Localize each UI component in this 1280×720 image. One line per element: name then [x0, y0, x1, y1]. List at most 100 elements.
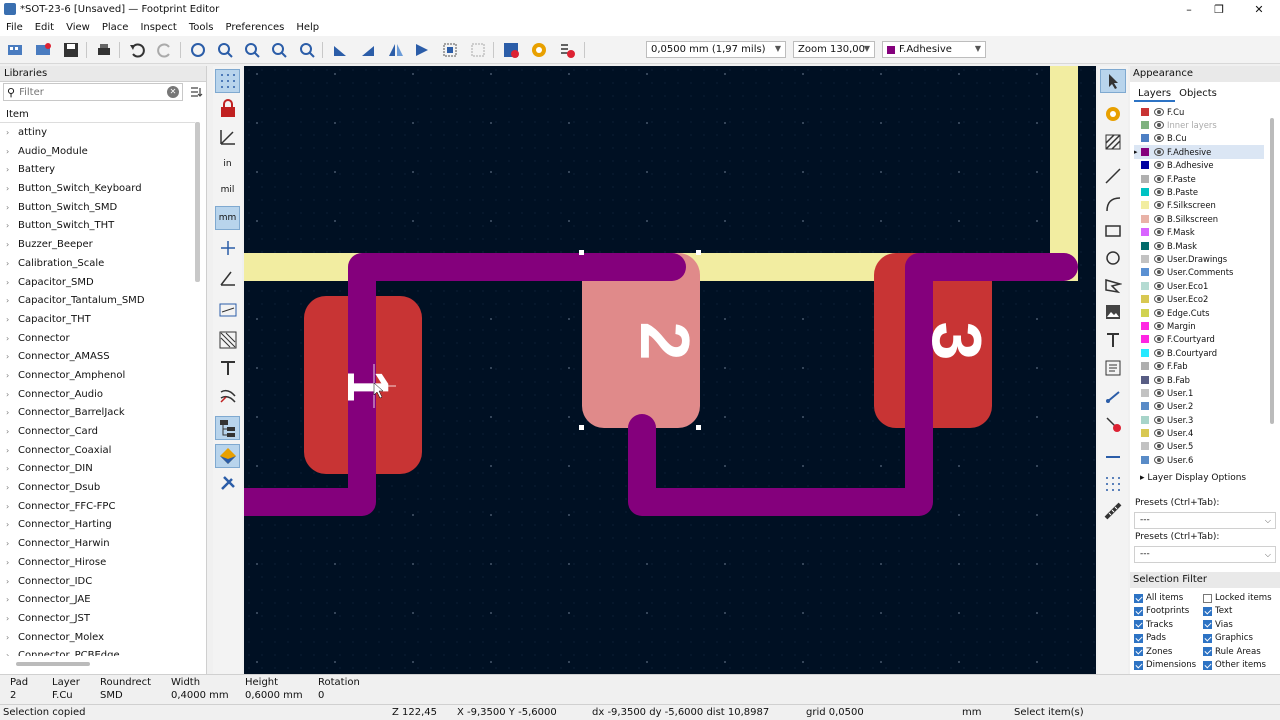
filter-checkbox[interactable]: Tracks	[1134, 620, 1173, 630]
polar-coords-icon[interactable]	[215, 125, 240, 149]
filter-checkbox[interactable]: All items	[1134, 593, 1183, 603]
library-item[interactable]: › Button_Switch_SMD	[0, 199, 192, 218]
layer-row[interactable]: B.Mask	[1134, 239, 1264, 252]
filter-checkbox[interactable]: Locked items	[1203, 593, 1272, 603]
layer-color-swatch[interactable]	[1141, 281, 1149, 290]
layer-row[interactable]: F.Paste	[1134, 172, 1264, 185]
filter-checkbox[interactable]: Text	[1203, 606, 1232, 616]
layer-display-options[interactable]: ▸ Layer Display Options	[1140, 473, 1246, 483]
layer-color-swatch[interactable]	[1141, 268, 1149, 277]
drc-icon[interactable]	[528, 39, 550, 61]
undo-icon[interactable]	[126, 39, 148, 61]
library-item[interactable]: › Connector_Harting	[0, 516, 192, 535]
units-mm-icon[interactable]: mm	[215, 206, 240, 230]
delete-tool-icon[interactable]	[1100, 412, 1126, 436]
layer-row[interactable]: B.Courtyard	[1134, 346, 1264, 359]
layer-color-swatch[interactable]	[1141, 134, 1149, 143]
layer-row[interactable]: Edge.Cuts	[1134, 306, 1264, 319]
layer-color-swatch[interactable]	[1141, 201, 1149, 210]
checkbox-icon[interactable]	[1134, 633, 1143, 643]
layer-color-swatch[interactable]	[1141, 295, 1149, 304]
layer-row[interactable]: F.Courtyard	[1134, 333, 1264, 346]
library-item[interactable]: › Buzzer_Beeper	[0, 236, 192, 255]
chevron-right-icon[interactable]: ›	[6, 330, 18, 349]
library-item[interactable]: › attiny	[0, 124, 192, 143]
layer-row[interactable]: User.4	[1134, 426, 1264, 439]
chevron-right-icon[interactable]: ›	[6, 535, 18, 554]
flip-icon[interactable]	[411, 39, 433, 61]
checkbox-icon[interactable]	[1203, 647, 1212, 657]
viewports-select[interactable]: --- ⌵	[1134, 546, 1276, 563]
chevron-right-icon[interactable]: ›	[6, 217, 18, 236]
library-item[interactable]: › Connector_PCBEdge	[0, 647, 192, 656]
layer-color-swatch[interactable]	[1141, 147, 1149, 156]
layer-row[interactable]: B.Adhesive	[1134, 159, 1264, 172]
checkbox-icon[interactable]	[1203, 606, 1212, 616]
eye-icon[interactable]	[1154, 442, 1164, 451]
eye-icon[interactable]	[1154, 161, 1164, 170]
chevron-right-icon[interactable]: ›	[6, 591, 18, 610]
eye-icon[interactable]	[1154, 455, 1164, 464]
chevron-right-icon[interactable]: ›	[6, 516, 18, 535]
print-icon[interactable]	[93, 39, 115, 61]
eye-icon[interactable]	[1154, 415, 1164, 424]
filter-checkbox[interactable]: Vias	[1203, 620, 1233, 630]
chevron-right-icon[interactable]: ›	[6, 442, 18, 461]
menu-file[interactable]: File	[0, 22, 29, 33]
eye-icon[interactable]	[1154, 174, 1164, 183]
zoom-select[interactable]: Zoom 130,00 ▼	[793, 41, 875, 58]
grid-overrides-icon[interactable]	[215, 97, 240, 121]
chevron-right-icon[interactable]: ›	[6, 274, 18, 293]
layer-row[interactable]: User.2	[1134, 400, 1264, 413]
layer-color-swatch[interactable]	[1141, 388, 1149, 397]
chevron-right-icon[interactable]: ›	[6, 311, 18, 330]
layer-row[interactable]: B.Silkscreen	[1134, 212, 1264, 225]
filter-checkbox[interactable]: Pads	[1134, 633, 1166, 643]
eye-icon[interactable]	[1154, 241, 1164, 250]
add-text-icon[interactable]	[1100, 328, 1126, 352]
grid-toggle-icon[interactable]	[215, 69, 240, 93]
zoom-fit-icon[interactable]	[268, 39, 290, 61]
layer-color-swatch[interactable]	[1141, 375, 1149, 384]
draw-line-icon[interactable]	[1100, 164, 1126, 188]
library-item[interactable]: › Button_Switch_THT	[0, 217, 192, 236]
zoom-out-icon[interactable]	[241, 39, 263, 61]
layer-row[interactable]: User.3	[1134, 413, 1264, 426]
add-textbox-icon[interactable]	[1100, 356, 1126, 380]
save-icon[interactable]	[60, 39, 82, 61]
filter-checkbox[interactable]: Graphics	[1203, 633, 1253, 643]
checkbox-icon[interactable]	[1134, 606, 1143, 616]
library-item[interactable]: › Connector_Dsub	[0, 479, 192, 498]
library-item[interactable]: › Connector_Amphenol	[0, 367, 192, 386]
layer-color-swatch[interactable]	[1141, 321, 1149, 330]
layer-color-swatch[interactable]	[1141, 214, 1149, 223]
eye-icon[interactable]	[1154, 295, 1164, 304]
eye-icon[interactable]	[1154, 362, 1164, 371]
layer-color-swatch[interactable]	[1141, 107, 1149, 116]
eye-icon[interactable]	[1154, 281, 1164, 290]
chevron-right-icon[interactable]: ›	[6, 255, 18, 274]
checkbox-icon[interactable]	[1203, 620, 1212, 630]
clear-filter-icon[interactable]: ✕	[167, 86, 179, 98]
checkbox-icon[interactable]	[1134, 593, 1143, 603]
chevron-right-icon[interactable]: ›	[6, 554, 18, 573]
library-hscrollbar[interactable]	[16, 662, 90, 666]
layer-color-swatch[interactable]	[1141, 362, 1149, 371]
library-item[interactable]: › Connector_BarrelJack	[0, 404, 192, 423]
layer-row[interactable]: B.Cu	[1134, 132, 1264, 145]
chevron-right-icon[interactable]: ›	[6, 386, 18, 405]
group-icon[interactable]	[439, 39, 461, 61]
layer-row[interactable]: B.Fab	[1134, 373, 1264, 386]
eye-icon[interactable]	[1154, 388, 1164, 397]
eye-icon[interactable]	[1154, 188, 1164, 197]
eye-icon[interactable]	[1154, 228, 1164, 237]
footprint-canvas[interactable]: 1 2 3	[244, 66, 1096, 674]
chevron-right-icon[interactable]: ›	[6, 367, 18, 386]
filter-checkbox[interactable]: Other items	[1203, 660, 1266, 670]
library-item[interactable]: › Capacitor_Tantalum_SMD	[0, 292, 192, 311]
presets-select[interactable]: --- ⌵	[1134, 512, 1276, 529]
chevron-right-icon[interactable]: ›	[6, 292, 18, 311]
filter-checkbox[interactable]: Rule Areas	[1203, 647, 1261, 657]
library-item[interactable]: › Connector_AMASS	[0, 348, 192, 367]
layer-row[interactable]: F.Fab	[1134, 359, 1264, 372]
